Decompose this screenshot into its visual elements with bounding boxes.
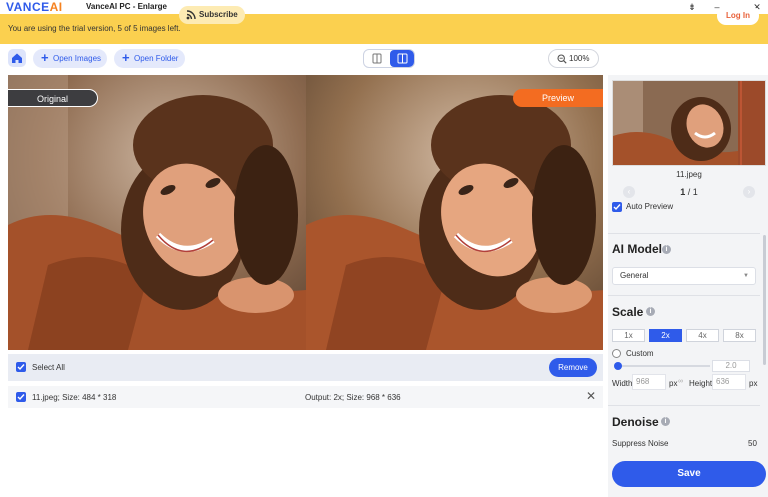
ai-model-value: General bbox=[620, 271, 649, 280]
check-icon bbox=[613, 204, 621, 211]
select-all-checkbox[interactable] bbox=[16, 362, 26, 372]
title-bar: VANCEAI VanceAI PC - Enlarge ⇟ – ▭ ✕ bbox=[0, 0, 768, 14]
open-images-button[interactable]: + Open Images bbox=[33, 49, 107, 68]
scale-1x-button[interactable]: 1x bbox=[612, 329, 645, 342]
login-button[interactable]: Log In bbox=[717, 6, 759, 25]
original-label-tag: Original bbox=[8, 89, 98, 107]
next-image-button[interactable]: › bbox=[743, 186, 755, 198]
page-total: 1 bbox=[692, 187, 698, 197]
height-label: Height bbox=[689, 379, 713, 388]
subscribe-button[interactable]: Subscribe bbox=[179, 6, 245, 24]
divider bbox=[608, 295, 760, 296]
panel-scrollbar[interactable] bbox=[763, 235, 766, 365]
custom-scale-label: Custom bbox=[626, 349, 654, 358]
scale-slider-handle[interactable] bbox=[614, 362, 622, 370]
split-view-button[interactable] bbox=[390, 50, 414, 67]
rss-icon bbox=[186, 10, 196, 20]
auto-preview-label: Auto Preview bbox=[626, 202, 674, 211]
preview-label-tag: Preview bbox=[513, 89, 603, 107]
file-info: 11.jpeg; Size: 484 * 318 bbox=[32, 393, 117, 402]
split-view-icon bbox=[397, 53, 408, 64]
plus-icon: + bbox=[122, 50, 130, 65]
divider bbox=[608, 405, 760, 406]
home-icon bbox=[12, 53, 22, 63]
trial-message: You are using the trial version, 5 of 5 … bbox=[8, 24, 181, 33]
check-icon bbox=[17, 394, 25, 401]
app-logo: VANCEAI bbox=[6, 0, 63, 14]
file-output-info: Output: 2x; Size: 968 * 636 bbox=[305, 393, 401, 402]
check-icon bbox=[17, 364, 25, 371]
ai-model-select[interactable]: General ▼ bbox=[612, 267, 756, 285]
thumbnail-image[interactable] bbox=[612, 80, 766, 166]
custom-scale-input[interactable]: 2.0 bbox=[712, 360, 750, 372]
subscribe-label: Subscribe bbox=[199, 10, 238, 19]
original-image bbox=[8, 75, 306, 350]
chevron-down-icon: ▼ bbox=[743, 273, 749, 279]
home-button[interactable] bbox=[8, 49, 26, 67]
suppress-noise-value: 50 bbox=[748, 439, 757, 448]
zoom-level: 100% bbox=[569, 54, 590, 63]
ai-model-title: AI Model bbox=[612, 242, 662, 256]
width-label: Width bbox=[612, 379, 633, 388]
open-folder-button[interactable]: + Open Folder bbox=[114, 49, 185, 68]
scale-2x-button[interactable]: 2x bbox=[649, 329, 682, 342]
window-title: VanceAI PC - Enlarge bbox=[86, 2, 167, 11]
image-compare-view[interactable] bbox=[8, 75, 603, 350]
width-unit: px bbox=[669, 379, 678, 388]
trial-banner: You are using the trial version, 5 of 5 … bbox=[0, 14, 768, 44]
file-checkbox[interactable] bbox=[16, 392, 26, 402]
scale-4x-button[interactable]: 4x bbox=[686, 329, 719, 342]
pin-icon[interactable]: ⇟ bbox=[681, 0, 703, 14]
zoom-control[interactable]: 100% bbox=[548, 49, 599, 68]
single-view-button[interactable] bbox=[364, 50, 390, 67]
scale-slider-track[interactable] bbox=[615, 365, 710, 367]
remove-button[interactable]: Remove bbox=[549, 358, 597, 377]
custom-scale-radio[interactable] bbox=[612, 349, 621, 358]
open-folder-label: Open Folder bbox=[134, 54, 179, 63]
suppress-noise-label: Suppress Noise bbox=[612, 439, 669, 448]
thumbnail-filename: 11.jpeg bbox=[676, 170, 702, 179]
auto-preview-checkbox[interactable] bbox=[612, 202, 622, 212]
info-icon[interactable]: i bbox=[646, 307, 655, 316]
select-all-label: Select All bbox=[32, 363, 65, 372]
remove-file-button[interactable]: ✕ bbox=[586, 390, 596, 402]
save-button[interactable]: Save bbox=[612, 461, 766, 487]
info-icon[interactable]: i bbox=[661, 417, 670, 426]
divider bbox=[608, 233, 760, 234]
page-separator: / bbox=[685, 187, 693, 197]
scale-8x-button[interactable]: 8x bbox=[723, 329, 756, 342]
width-input[interactable]: 968 bbox=[632, 374, 666, 390]
zoom-icon bbox=[557, 54, 567, 64]
open-images-label: Open Images bbox=[53, 54, 102, 63]
denoise-title: Denoise bbox=[612, 415, 659, 429]
select-all-bar bbox=[8, 354, 603, 381]
view-mode-toggle bbox=[363, 49, 415, 68]
preview-image bbox=[306, 75, 603, 350]
link-icon[interactable]: ∞ bbox=[678, 378, 683, 385]
scale-title: Scale bbox=[612, 305, 644, 319]
height-input[interactable]: 636 bbox=[712, 374, 746, 390]
single-view-icon bbox=[372, 53, 382, 64]
height-unit: px bbox=[749, 379, 758, 388]
info-icon[interactable]: i bbox=[662, 245, 671, 254]
plus-icon: + bbox=[41, 50, 49, 65]
